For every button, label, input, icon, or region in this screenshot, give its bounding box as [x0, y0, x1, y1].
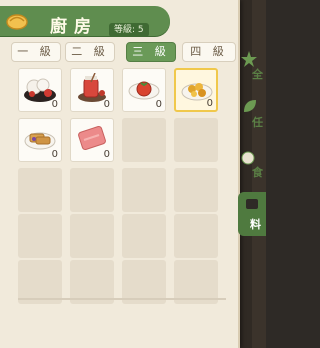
- side-label-material: 料: [250, 218, 261, 231]
- side-item-material[interactable]: 料: [238, 192, 266, 236]
- item-slot[interactable]: 0: [70, 118, 114, 162]
- side-label-all: 全: [252, 68, 263, 81]
- item-count: 0: [51, 149, 58, 160]
- empty-slot: [174, 214, 218, 258]
- item-slot[interactable]: 0: [122, 68, 166, 112]
- side-item-all[interactable]: 全: [238, 50, 266, 82]
- item-slot[interactable]: 0: [174, 68, 218, 112]
- side-item-task[interactable]: 任: [238, 98, 266, 130]
- item-count: 0: [51, 99, 58, 110]
- item-count: 0: [206, 98, 213, 109]
- empty-slot: [122, 168, 166, 212]
- empty-slot: [18, 168, 62, 212]
- side-menu: 全 任 食 料: [238, 0, 266, 348]
- side-label-task: 任: [252, 116, 263, 129]
- empty-slot: [122, 118, 166, 162]
- empty-slot: [70, 214, 114, 258]
- material-icon: [246, 199, 258, 209]
- empty-slot: [122, 214, 166, 258]
- tab-level-2[interactable]: 二 級: [65, 42, 115, 62]
- level-tabs: 一 級 二 級 三 級 四 級: [8, 42, 236, 62]
- empty-slot: [174, 168, 218, 212]
- page-title: 廚房: [50, 17, 98, 37]
- leaf-icon: [244, 100, 256, 112]
- kitchen-panel: 廚房 等級: 5 一 級 二 級 三 級 四 級 0 0 0 0 0 0: [0, 0, 240, 348]
- item-slot[interactable]: 0: [18, 118, 62, 162]
- tab-level-3[interactable]: 三 級: [126, 42, 176, 62]
- empty-slot: [70, 168, 114, 212]
- item-count: 0: [155, 99, 162, 110]
- side-item-food[interactable]: 食: [238, 150, 266, 182]
- item-count: 0: [103, 99, 110, 110]
- panel-header: 廚房 等級: 5: [0, 6, 170, 37]
- empty-slot: [174, 118, 218, 162]
- item-slot[interactable]: 0: [70, 68, 114, 112]
- tab-level-1[interactable]: 一 級: [11, 42, 61, 62]
- empty-slot: [18, 214, 62, 258]
- item-slot[interactable]: 0: [18, 68, 62, 112]
- fruit-icon: [6, 14, 28, 30]
- side-label-food: 食: [252, 166, 263, 179]
- level-badge: 等級: 5: [109, 23, 149, 37]
- item-count: 0: [103, 149, 110, 160]
- tab-level-4[interactable]: 四 級: [182, 42, 236, 62]
- divider: [18, 298, 226, 300]
